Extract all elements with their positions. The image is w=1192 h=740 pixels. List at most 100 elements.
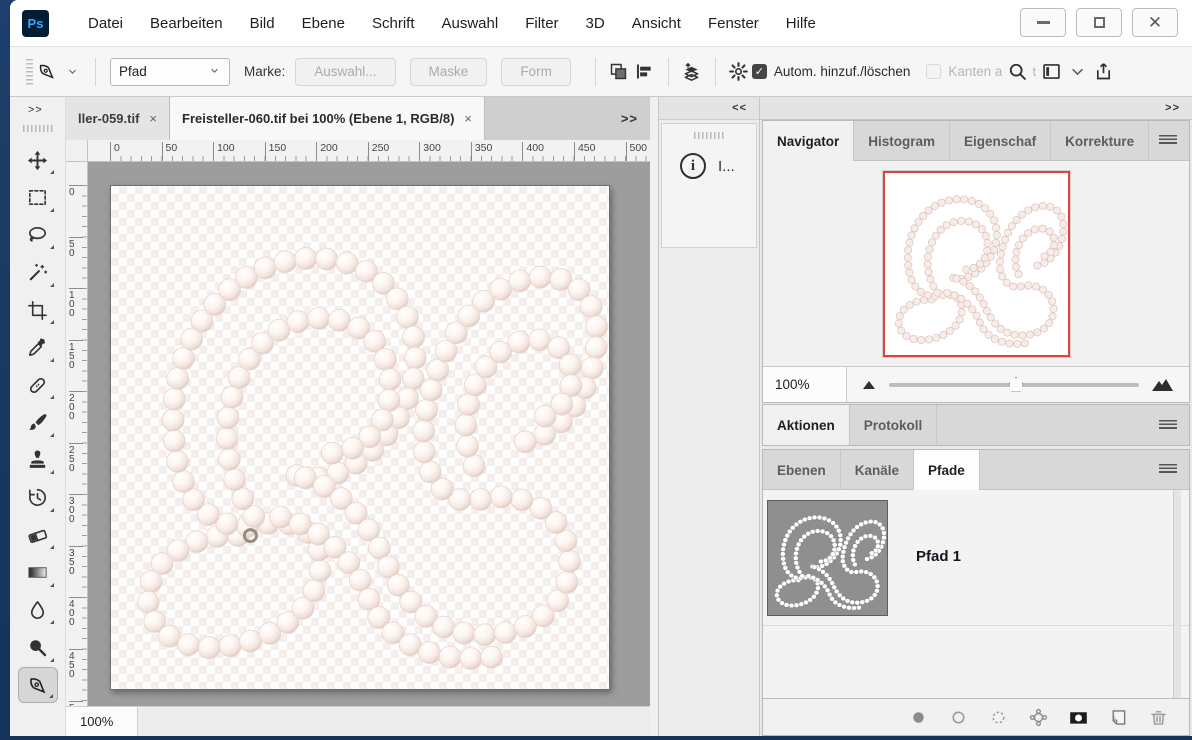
menu-filter[interactable]: Filter	[525, 15, 558, 32]
share-icon[interactable]	[1090, 59, 1116, 85]
paths-panel-menu-icon[interactable]	[1159, 464, 1177, 475]
workspace-icon[interactable]	[1038, 59, 1064, 85]
menu-auswahl[interactable]: Auswahl	[442, 15, 499, 32]
navigator-panel-menu-icon[interactable]	[1159, 135, 1177, 146]
canvas-viewport[interactable]	[88, 162, 650, 706]
tab-navigator[interactable]: Navigator	[763, 121, 854, 161]
tab-close-icon[interactable]: ×	[149, 111, 157, 126]
tab-histogram[interactable]: Histogram	[854, 121, 950, 161]
healing-tool[interactable]	[18, 367, 58, 403]
work-path-icon[interactable]	[1028, 707, 1049, 728]
edges-checkbox[interactable]	[926, 64, 941, 79]
menu-fenster[interactable]: Fenster	[708, 15, 759, 32]
title-bar: Ps DateiBearbeitenBildEbeneSchriftAuswah…	[10, 0, 1192, 47]
tool-mode-select[interactable]: Pfad	[110, 58, 230, 86]
delete-path-icon[interactable]	[1148, 707, 1169, 728]
blur-tool[interactable]	[18, 592, 58, 628]
path-alignment-icon[interactable]	[632, 59, 658, 85]
strip-grip[interactable]	[694, 132, 724, 139]
menu-bearbeiten[interactable]: Bearbeiten	[150, 15, 223, 32]
path-arrangement-icon[interactable]	[679, 59, 705, 85]
dock-collapse-icon[interactable]: >>	[760, 97, 1192, 120]
horizontal-ruler[interactable]: 050100150200250300350400450500	[88, 140, 650, 162]
menu-hilfe[interactable]: Hilfe	[786, 15, 816, 32]
menu-bild[interactable]: Bild	[250, 15, 275, 32]
move-tool[interactable]	[18, 142, 58, 178]
document-tab-ller-059-tif[interactable]: ller-059.tif×	[66, 97, 170, 140]
tools-grip[interactable]	[23, 125, 53, 132]
minimize-button[interactable]	[1020, 8, 1066, 37]
lasso-tool[interactable]	[18, 217, 58, 253]
status-zoom-field[interactable]: 100%	[66, 707, 138, 736]
strip-collapse-icon[interactable]: <<	[659, 97, 759, 120]
marquee-tool[interactable]	[18, 180, 58, 216]
crop-tool[interactable]	[18, 292, 58, 328]
tab-aktionen[interactable]: Aktionen	[763, 405, 850, 445]
fill-path-icon[interactable]	[908, 707, 929, 728]
zoom-out-icon[interactable]	[861, 377, 877, 392]
dodge-tool[interactable]	[18, 630, 58, 666]
tab-protokoll[interactable]: Protokoll	[850, 405, 938, 445]
brush-tool[interactable]	[18, 405, 58, 441]
path-thumbnail[interactable]	[767, 500, 888, 616]
magic-wand-tool[interactable]	[18, 255, 58, 291]
paths-scrollbar[interactable]	[1173, 490, 1181, 698]
separator	[715, 58, 716, 86]
path-operations-icon[interactable]	[606, 59, 632, 85]
close-button[interactable]: ✕	[1132, 8, 1178, 37]
add-mask-icon[interactable]	[1068, 707, 1089, 728]
form-button[interactable]: Form	[501, 58, 571, 86]
auswahl-button[interactable]: Auswahl...	[295, 58, 395, 86]
tab-eigenschaf[interactable]: Eigenschaf	[950, 121, 1051, 161]
menu-ansicht[interactable]: Ansicht	[632, 15, 681, 32]
pen-tool-preset-icon[interactable]	[33, 59, 59, 85]
history-brush-tool[interactable]	[18, 480, 58, 516]
zoom-slider-handle[interactable]	[1009, 377, 1023, 392]
marquee-icon	[26, 186, 49, 209]
auto-add-delete-checkbox[interactable]: ✓	[752, 64, 767, 79]
chevron-down-icon[interactable]	[1064, 59, 1090, 85]
options-grip[interactable]	[26, 59, 33, 85]
edges-label: Kanten a	[948, 64, 1002, 79]
eyedropper-tool[interactable]	[18, 330, 58, 366]
maske-button[interactable]: Maske	[410, 58, 488, 86]
maximize-button[interactable]	[1076, 8, 1122, 37]
gradient-tool[interactable]	[18, 555, 58, 591]
tools-collapse-icon[interactable]: >>	[10, 97, 65, 123]
tab-pfade[interactable]: Pfade	[914, 450, 980, 490]
vertical-ruler[interactable]: 05 01 0 01 5 02 0 02 5 03 0 03 5 04 0 04…	[66, 162, 88, 706]
eraser-tool[interactable]	[18, 517, 58, 553]
tab-ebenen[interactable]: Ebenen	[763, 450, 841, 490]
navigator-zoom-slider[interactable]	[889, 383, 1139, 387]
menu-3d[interactable]: 3D	[586, 15, 605, 32]
menu-datei[interactable]: Datei	[88, 15, 123, 32]
actions-panel-menu-icon[interactable]	[1159, 420, 1177, 431]
new-path-icon[interactable]	[1108, 707, 1129, 728]
gear-icon[interactable]	[726, 59, 752, 85]
navigator-necklace-thumbnail	[885, 173, 1068, 355]
navigator-zoom-field[interactable]: 100%	[763, 367, 847, 402]
ruler-corner[interactable]	[66, 140, 88, 162]
tab-kanäle[interactable]: Kanäle	[841, 450, 914, 490]
ruler-label: 200	[316, 142, 338, 162]
tab-close-icon[interactable]: ×	[464, 111, 472, 126]
tab-korrekture[interactable]: Korrekture	[1051, 121, 1149, 161]
tab-overflow-icon[interactable]: >>	[609, 111, 650, 126]
zoom-in-icon[interactable]	[1151, 377, 1175, 393]
menu-schrift[interactable]: Schrift	[372, 15, 415, 32]
clone-stamp-tool[interactable]	[18, 442, 58, 478]
load-selection-icon[interactable]	[988, 707, 1009, 728]
stroke-path-icon[interactable]	[948, 707, 969, 728]
search-icon[interactable]	[1004, 59, 1030, 85]
ruler-label: 400	[522, 142, 544, 162]
canvas-image-pearl-necklace[interactable]	[110, 185, 610, 690]
path-list-item[interactable]: Pfad 1	[763, 490, 1189, 626]
ruler-label: 150	[265, 142, 287, 162]
menu-ebene[interactable]: Ebene	[302, 15, 345, 32]
document-tab-freisteller-060-tif-bei-100-ebene-1-rgb-8[interactable]: Freisteller-060.tif bei 100% (Ebene 1, R…	[170, 97, 485, 140]
navigator-preview[interactable]	[883, 171, 1070, 357]
tool-preset-chevron-icon[interactable]	[59, 59, 85, 85]
right-panel-dock: >> NavigatorHistogramEigenschafKorrektur…	[760, 97, 1192, 736]
info-panel-button[interactable]: i I...	[662, 153, 756, 179]
pen-tool[interactable]	[18, 667, 58, 703]
